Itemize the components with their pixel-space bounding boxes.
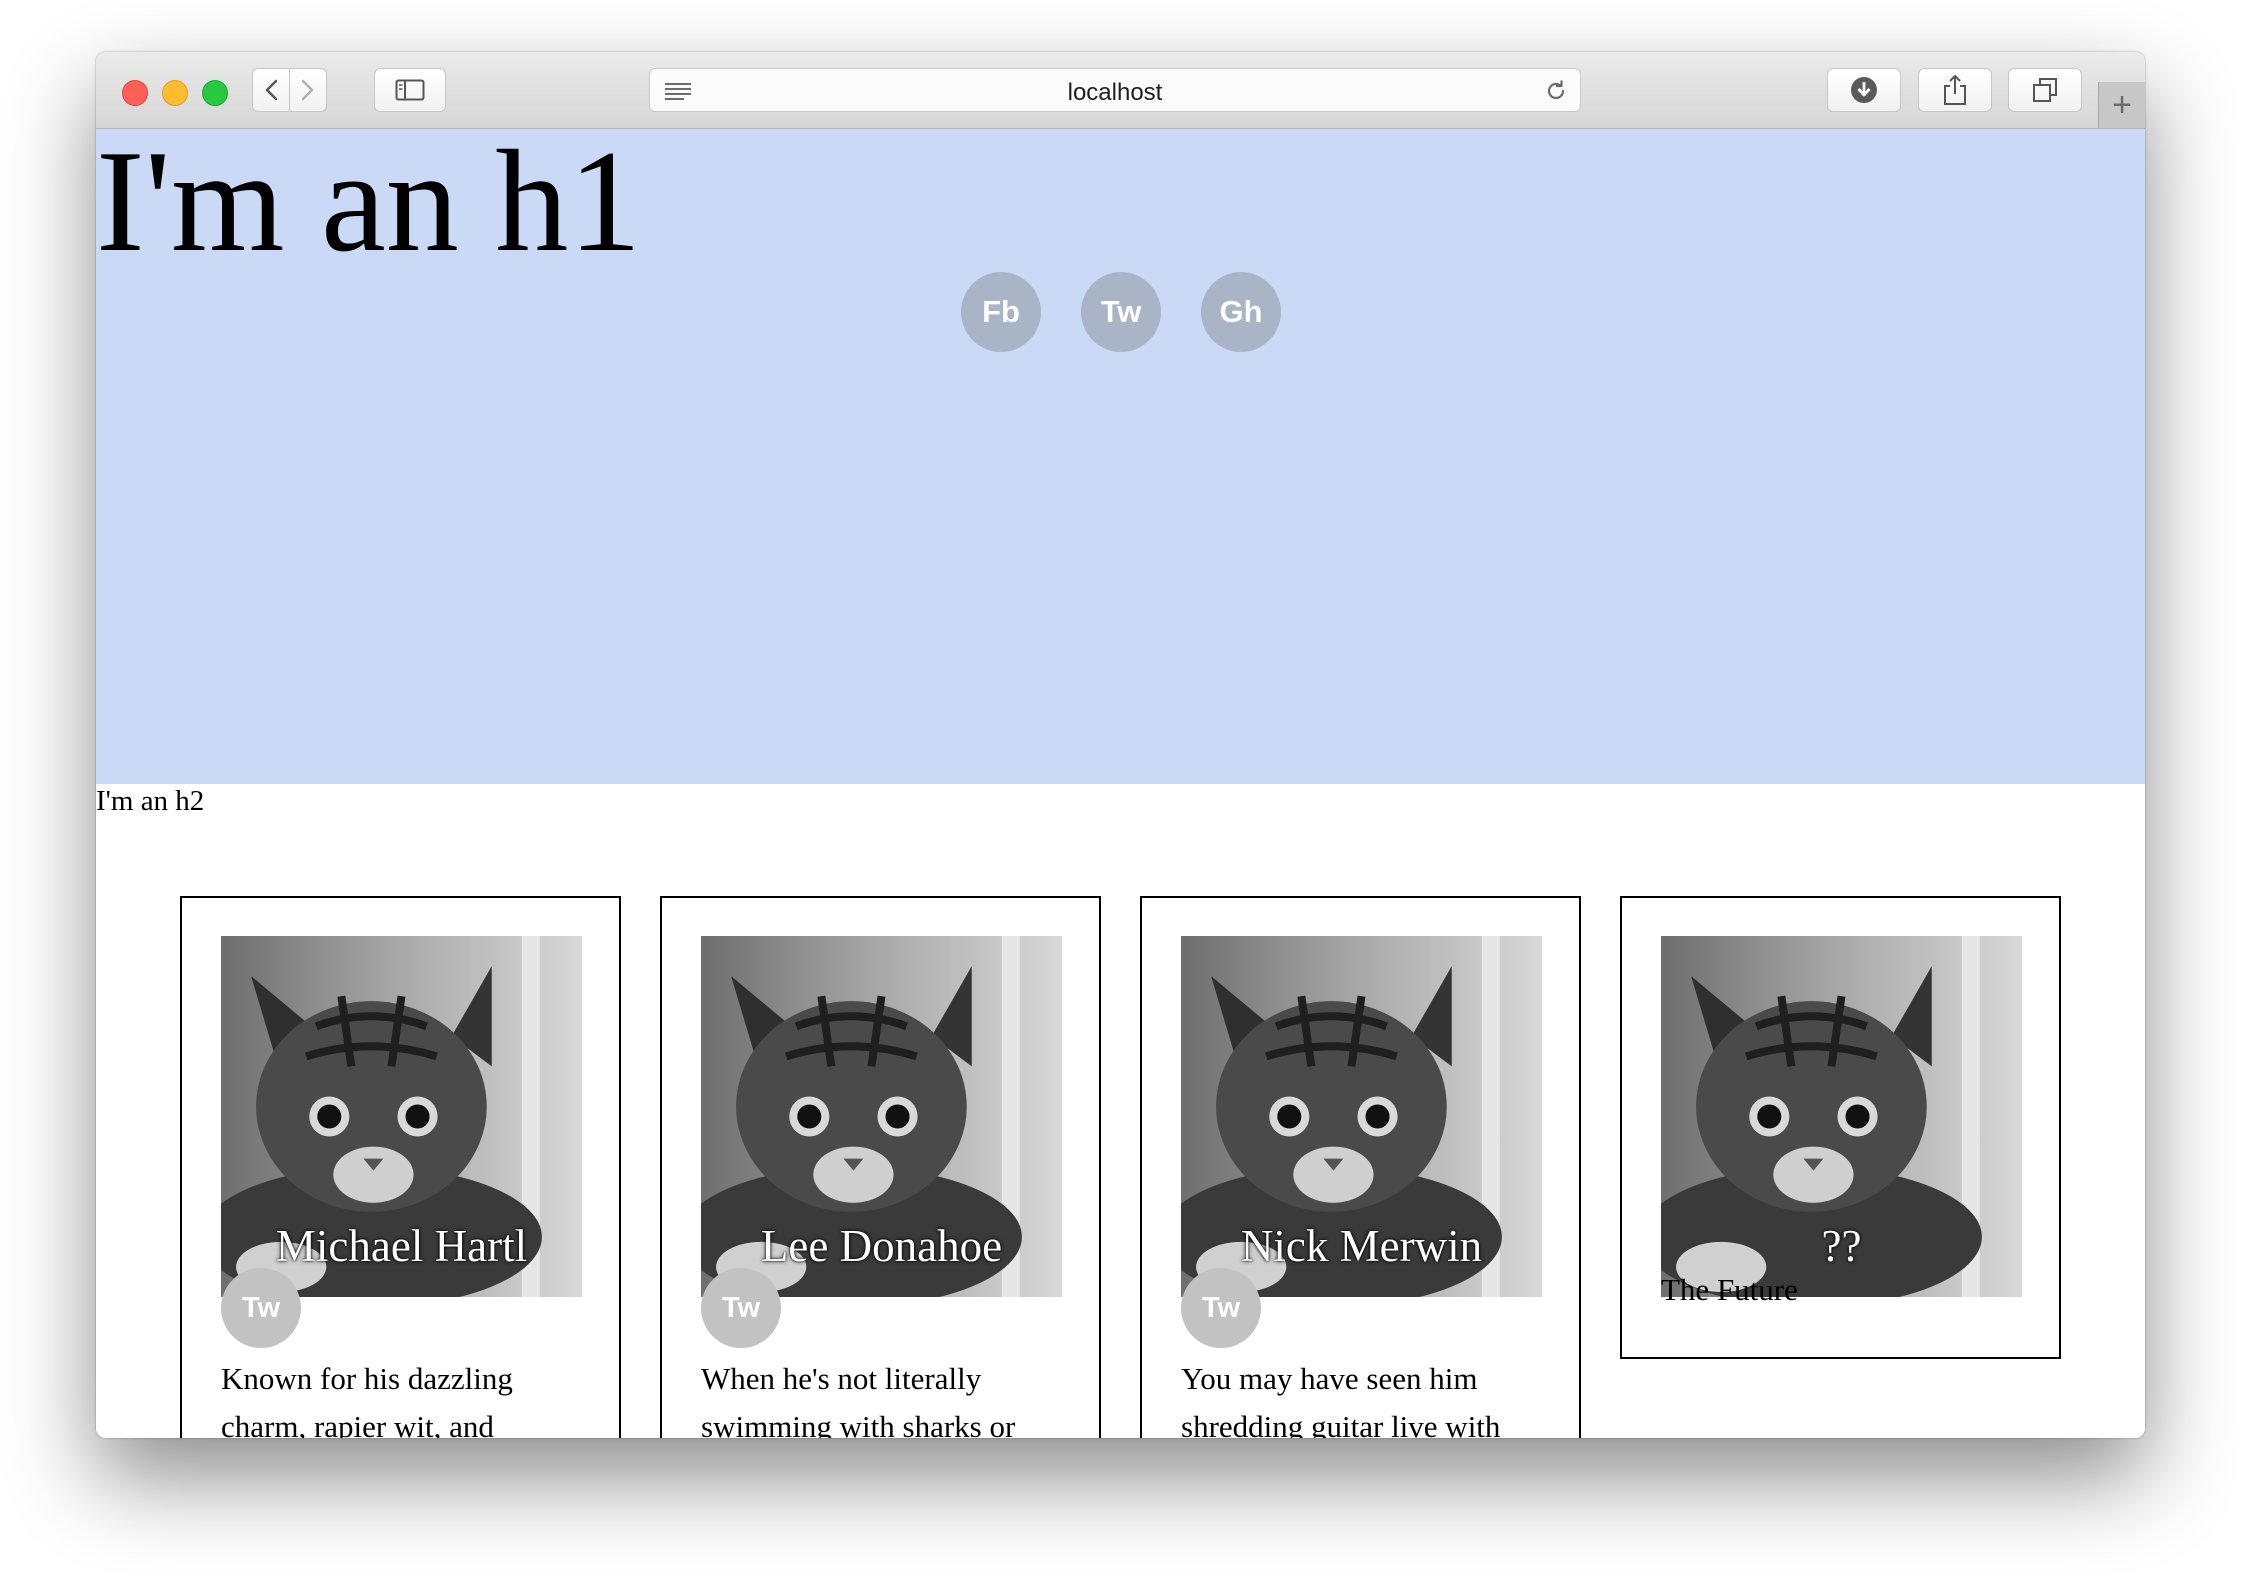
- member-name: Nick Merwin: [1240, 1221, 1483, 1271]
- member-twitter-link[interactable]: Tw: [1181, 1268, 1261, 1348]
- minimize-window-button[interactable]: [162, 80, 188, 106]
- twitter-link[interactable]: Tw: [1081, 272, 1161, 352]
- kitten-photo: Nick Merwin: [1181, 936, 1542, 1297]
- downloads-button[interactable]: [1827, 68, 1901, 112]
- github-link[interactable]: Gh: [1201, 272, 1281, 352]
- sidebar-button[interactable]: [374, 68, 446, 112]
- url-text[interactable]: localhost: [650, 79, 1580, 107]
- team-card: Nick Merwin Tw You may have seen him shr…: [1140, 896, 1581, 1438]
- tabs-overview-button[interactable]: [2008, 68, 2082, 112]
- chevron-left-icon: [265, 79, 278, 101]
- share-button[interactable]: [1918, 68, 1992, 112]
- page-heading: I'm an h1: [96, 129, 642, 282]
- hero-section: I'm an h1 Fb Tw Gh: [96, 129, 2145, 784]
- member-bio: You may have seen him shredding guitar l…: [1181, 1361, 1501, 1438]
- member-name: ??: [1821, 1221, 1862, 1271]
- browser-toolbar: localhost +: [96, 52, 2145, 129]
- team-card: Michael Hartl Tw Known for his dazzling …: [180, 896, 621, 1438]
- sidebar-icon: [395, 79, 425, 101]
- member-twitter-link[interactable]: Tw: [701, 1268, 781, 1348]
- kitten-photo: ??: [1661, 936, 2022, 1297]
- reload-icon[interactable]: [1544, 79, 1568, 103]
- address-bar[interactable]: localhost: [649, 68, 1581, 112]
- section-heading: I'm an h2: [96, 785, 205, 817]
- member-name: Michael Hartl: [275, 1221, 528, 1271]
- tabs-icon: [2033, 78, 2057, 102]
- page-content: I'm an h1 Fb Tw Gh I'm an h2 Michael Har…: [96, 129, 2145, 1438]
- team-card: ?? The Future: [1620, 896, 2061, 1359]
- member-twitter-link[interactable]: Tw: [221, 1268, 301, 1348]
- zoom-window-button[interactable]: [202, 80, 228, 106]
- new-tab-button[interactable]: +: [2098, 82, 2145, 128]
- browser-window: localhost + I'm an h1 Fb Tw Gh I'm an h2…: [96, 52, 2145, 1438]
- chevron-right-icon: [301, 79, 314, 101]
- download-icon: [1851, 77, 1877, 103]
- facebook-link[interactable]: Fb: [961, 272, 1041, 352]
- member-subtitle: The Future: [1661, 1272, 1798, 1307]
- member-bio: Known for his dazzling charm, rapier wit…: [221, 1361, 513, 1438]
- member-bio: When he's not literally swimming with sh…: [701, 1361, 1016, 1438]
- forward-button[interactable]: [289, 68, 327, 112]
- team-card: Lee Donahoe Tw When he's not literally s…: [660, 896, 1101, 1438]
- back-button[interactable]: [252, 68, 290, 112]
- close-window-button[interactable]: [122, 80, 148, 106]
- member-name: Lee Donahoe: [760, 1221, 1003, 1271]
- kitten-photo: Michael Hartl: [221, 936, 582, 1297]
- share-icon: [1944, 75, 1966, 105]
- kitten-photo: Lee Donahoe: [701, 936, 1062, 1297]
